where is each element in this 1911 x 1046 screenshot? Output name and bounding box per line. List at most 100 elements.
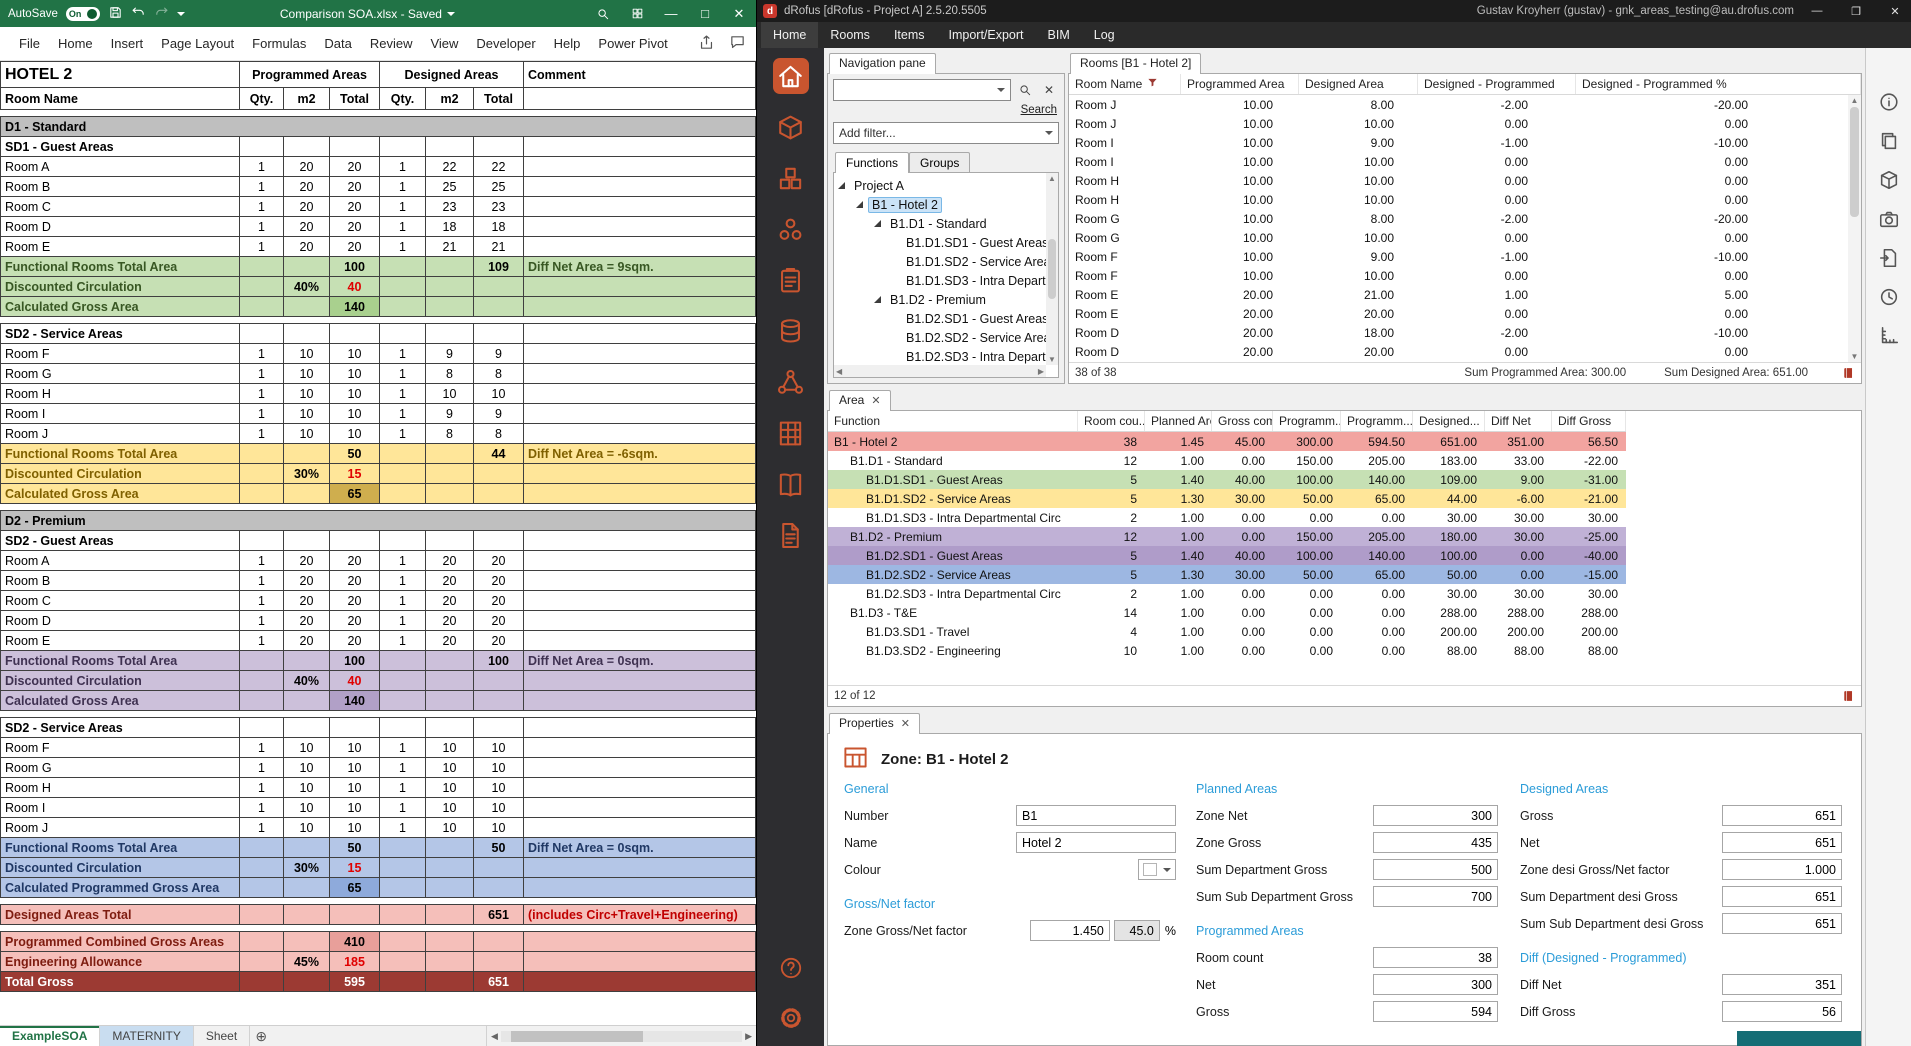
area-table-row[interactable]: B1.D1.SD3 - Intra Departmental Circ21.00…: [828, 508, 1626, 527]
room-value-cell[interactable]: 1: [240, 631, 284, 651]
room-name-cell[interactable]: Room G: [1, 758, 240, 778]
empty-cell[interactable]: [380, 324, 426, 344]
room-value-cell[interactable]: 10: [284, 738, 330, 758]
rooms-table-row[interactable]: Room E20.0021.001.005.00: [1069, 285, 1848, 304]
library-icon[interactable]: [773, 466, 809, 502]
room-value-cell[interactable]: 22: [474, 157, 524, 177]
rooms-table-row[interactable]: Room I10.009.00-1.00-10.00: [1069, 133, 1848, 152]
room-value-cell[interactable]: 10: [426, 818, 474, 838]
gross-label-cell[interactable]: Calculated Gross Area: [1, 297, 240, 317]
room-value-cell[interactable]: 10: [330, 758, 380, 778]
room-value-cell[interactable]: 10: [284, 798, 330, 818]
area-column-room-cou[interactable]: Room cou...: [1078, 411, 1145, 431]
rooms-table-row[interactable]: Room J10.0010.000.000.00: [1069, 114, 1848, 133]
comment-cell[interactable]: [524, 611, 756, 631]
room-value-cell[interactable]: 20: [284, 611, 330, 631]
group-header-programmed[interactable]: Programmed Areas: [240, 62, 380, 88]
empty-cell[interactable]: [426, 972, 474, 992]
room-value-cell[interactable]: 20: [426, 551, 474, 571]
circulation-pct-cell[interactable]: 30%: [284, 858, 330, 878]
room-value-cell[interactable]: 18: [426, 217, 474, 237]
drofus-menu-rooms[interactable]: Rooms: [818, 22, 882, 48]
drofus-minimize-button[interactable]: —: [1801, 0, 1833, 22]
drofus-menu-home[interactable]: Home: [761, 22, 818, 48]
redo-icon[interactable]: [154, 5, 169, 23]
room-value-cell[interactable]: 20: [330, 177, 380, 197]
search-input[interactable]: [833, 79, 1011, 101]
area-column-function[interactable]: Function: [828, 411, 1078, 431]
room-value-cell[interactable]: 21: [474, 237, 524, 257]
empty-cell[interactable]: [426, 531, 474, 551]
room-value-cell[interactable]: 20: [426, 591, 474, 611]
rooms-column-designed-area[interactable]: Designed Area: [1299, 74, 1418, 94]
empty-cell[interactable]: [380, 691, 426, 711]
area-table-row[interactable]: B1.D1.SD2 - Service Areas51.3030.0050.00…: [828, 489, 1626, 508]
room-value-cell[interactable]: 20: [474, 631, 524, 651]
room-name-cell[interactable]: Room J: [1, 818, 240, 838]
comment-cell[interactable]: [524, 177, 756, 197]
subsection-label-sd2-service-areas[interactable]: SD2 - Service Areas: [1, 324, 240, 344]
field-input-sum-sub-department-gross[interactable]: [1373, 886, 1498, 907]
room-value-cell[interactable]: 10: [284, 384, 330, 404]
excel-menu-power-pivot[interactable]: Power Pivot: [589, 27, 676, 60]
room-value-cell[interactable]: 1: [240, 384, 284, 404]
empty-cell[interactable]: [474, 932, 524, 952]
close-area-tab-icon[interactable]: ✕: [871, 394, 880, 407]
room-value-cell[interactable]: 1: [380, 217, 426, 237]
clear-search-icon[interactable]: ✕: [1039, 80, 1059, 100]
comment-cell[interactable]: [524, 738, 756, 758]
tab-navigation-pane[interactable]: Navigation pane: [829, 53, 936, 74]
designed-total-cell[interactable]: 651: [474, 905, 524, 925]
empty-cell[interactable]: [240, 137, 284, 157]
info-icon[interactable]: [1877, 90, 1901, 114]
room-value-cell[interactable]: 20: [330, 631, 380, 651]
empty-cell[interactable]: [474, 484, 524, 504]
comment-cell[interactable]: [524, 551, 756, 571]
undo-icon[interactable]: [131, 5, 146, 23]
room-value-cell[interactable]: 1: [240, 571, 284, 591]
empty-cell[interactable]: [426, 464, 474, 484]
room-value-cell[interactable]: 22: [426, 157, 474, 177]
tree-item-b1-d1-sd2-service-areas[interactable]: B1.D1.SD2 - Service Areas: [834, 252, 1058, 271]
comment-cell[interactable]: [524, 691, 756, 711]
room-value-cell[interactable]: 10: [474, 798, 524, 818]
room-value-cell[interactable]: 20: [284, 237, 330, 257]
comment-cell[interactable]: [524, 972, 756, 992]
gross-total-cell[interactable]: 65: [330, 878, 380, 898]
field-input-diff-net[interactable]: [1722, 974, 1842, 995]
empty-cell[interactable]: [380, 952, 426, 972]
search-dropdown-icon[interactable]: [997, 88, 1005, 92]
room-value-cell[interactable]: 10: [284, 424, 330, 444]
rooms-table-row[interactable]: Room H10.0010.000.000.00: [1069, 171, 1848, 190]
empty-cell[interactable]: [380, 858, 426, 878]
expand-icon[interactable]: [838, 182, 845, 189]
room-name-cell[interactable]: Room F: [1, 344, 240, 364]
room-value-cell[interactable]: 1: [240, 404, 284, 424]
comment-cell[interactable]: [524, 297, 756, 317]
database-icon[interactable]: [773, 313, 809, 349]
rooms-column-designed-programmed[interactable]: Designed - Programmed %: [1576, 74, 1861, 94]
empty-cell[interactable]: [240, 691, 284, 711]
area-table-row[interactable]: B1.D1.SD1 - Guest Areas51.4040.00100.001…: [828, 470, 1626, 489]
empty-cell[interactable]: [474, 297, 524, 317]
empty-cell[interactable]: [426, 297, 474, 317]
report-icon[interactable]: [1842, 689, 1855, 703]
column-header-qty-4[interactable]: Qty.: [380, 88, 426, 110]
room-value-cell[interactable]: 20: [474, 551, 524, 571]
documents-icon[interactable]: [773, 517, 809, 553]
empty-cell[interactable]: [240, 277, 284, 297]
circulation-pct-cell[interactable]: 30%: [284, 464, 330, 484]
help-icon[interactable]: [773, 950, 809, 986]
room-name-cell[interactable]: Room J: [1, 424, 240, 444]
area-column-diff-gross[interactable]: Diff Gross: [1552, 411, 1626, 431]
comment-cell[interactable]: [524, 464, 756, 484]
box-icon[interactable]: [1877, 168, 1901, 192]
excel-menu-formulas[interactable]: Formulas: [243, 27, 315, 60]
room-name-cell[interactable]: Room G: [1, 364, 240, 384]
room-value-cell[interactable]: 20: [426, 571, 474, 591]
empty-cell[interactable]: [284, 137, 330, 157]
room-value-cell[interactable]: 1: [380, 177, 426, 197]
items-icon[interactable]: [773, 160, 809, 196]
designed-total-cell[interactable]: 50: [474, 838, 524, 858]
comment-cell[interactable]: [524, 571, 756, 591]
